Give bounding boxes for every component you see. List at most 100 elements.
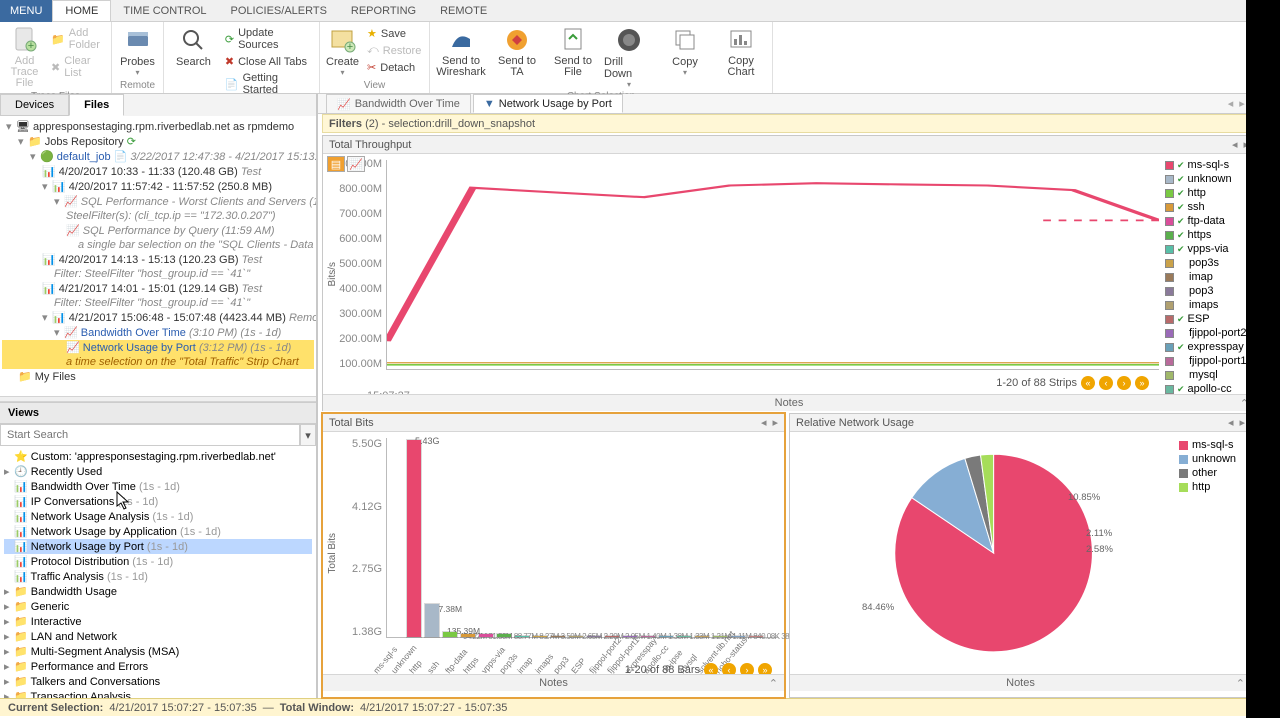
views-list[interactable]: ⭐ Custom: 'appresponsestaging.rpm.riverb…: [0, 446, 316, 698]
menu-button[interactable]: MENU: [0, 0, 52, 22]
views-item[interactable]: 📊 Protocol Distribution (1s - 1d): [4, 554, 312, 569]
views-item[interactable]: ▸📁 Generic: [4, 599, 312, 614]
detach-button[interactable]: ✂Detach: [365, 60, 423, 75]
views-item[interactable]: ▸📁 LAN and Network: [4, 629, 312, 644]
bar[interactable]: [587, 636, 601, 637]
views-item[interactable]: ⭐ Custom: 'appresponsestaging.rpm.riverb…: [4, 449, 312, 464]
tree-my-files[interactable]: My Files: [35, 371, 76, 383]
legend-item[interactable]: fjippol-port1: [1165, 354, 1253, 368]
save-button[interactable]: ★Save: [365, 26, 423, 41]
panel-prev-icon[interactable]: ◂: [1228, 416, 1234, 429]
views-item[interactable]: 📊 Bandwidth Over Time (1s - 1d): [4, 479, 312, 494]
chart-mode-table-icon[interactable]: ▤: [327, 156, 345, 172]
doc-tab-bandwidth[interactable]: 📈 Bandwidth Over Time: [326, 94, 471, 114]
views-item[interactable]: 📊 IP Conversations (1s - 1d): [4, 494, 312, 509]
legend-item[interactable]: imap: [1165, 270, 1253, 284]
bar[interactable]: [695, 636, 709, 637]
tree-network-usage-by-port[interactable]: Network Usage by Port: [83, 342, 196, 354]
tab-remote[interactable]: REMOTE: [428, 1, 499, 21]
tree-node[interactable]: 4/20/2017 10:33 - 11:33 (120.48 GB): [59, 166, 238, 178]
legend-item[interactable]: mysql: [1165, 368, 1253, 382]
panel-prev-icon[interactable]: ◂: [1232, 138, 1238, 151]
close-all-tabs-button[interactable]: ✖Close All Tabs: [223, 54, 313, 69]
notes-label[interactable]: Notes: [1006, 677, 1035, 689]
legend-item[interactable]: ✔https: [1165, 228, 1253, 242]
views-item[interactable]: 📊 Traffic Analysis (1s - 1d): [4, 569, 312, 584]
bar-chart[interactable]: 5.43G 897.38M 135.39M 94.22M 81.80M 88.7…: [386, 438, 778, 638]
legend-item[interactable]: ✔expresspay: [1165, 340, 1253, 354]
bar[interactable]: [551, 636, 565, 637]
tree-node[interactable]: SQL Performance by Query: [83, 225, 219, 237]
panel-next-icon[interactable]: ▸: [772, 416, 778, 429]
notes-label[interactable]: Notes: [775, 397, 804, 409]
tab-files[interactable]: Files: [69, 94, 124, 116]
views-item[interactable]: ▸📁 Talkers and Conversations: [4, 674, 312, 689]
notes-expand-icon[interactable]: ⌃: [1236, 677, 1245, 690]
pager-prev-button[interactable]: ‹: [1099, 376, 1113, 390]
tree-node[interactable]: SQL Performance - Worst Clients and Serv…: [81, 196, 306, 208]
tree-bandwidth-over-time[interactable]: Bandwidth Over Time: [81, 327, 186, 339]
views-item[interactable]: ▸📁 Transaction Analysis: [4, 689, 312, 698]
legend-item[interactable]: pop3s: [1165, 256, 1253, 270]
tree-root[interactable]: appresponsestaging.rpm.riverbedlab.net a…: [33, 121, 294, 133]
pager-last-button[interactable]: »: [1135, 376, 1149, 390]
send-to-file-button[interactable]: Send to File: [548, 26, 598, 78]
legend[interactable]: ✔ms-sql-s✔unknown✔http✔ssh✔ftp-data✔http…: [1163, 154, 1255, 394]
bar[interactable]: [461, 634, 475, 637]
add-folder-button[interactable]: 📁Add Folder: [49, 26, 105, 52]
pager-first-button[interactable]: «: [1081, 376, 1095, 390]
panel-next-icon[interactable]: ▸: [1239, 416, 1245, 429]
update-sources-button[interactable]: ⟳Update Sources: [223, 26, 313, 52]
tree-default-job[interactable]: default_job: [57, 151, 111, 163]
tab-devices[interactable]: Devices: [0, 94, 69, 116]
legend-item[interactable]: ✔ssh: [1165, 200, 1253, 214]
views-item[interactable]: 📊 Network Usage by Application (1s - 1d): [4, 524, 312, 539]
bar[interactable]: [443, 632, 457, 637]
views-item[interactable]: 📊 Network Usage Analysis (1s - 1d): [4, 509, 312, 524]
tree-jobs-repo[interactable]: Jobs Repository: [45, 136, 124, 148]
views-item[interactable]: ▸📁 Bandwidth Usage: [4, 584, 312, 599]
views-search-input[interactable]: [0, 424, 300, 446]
legend-item[interactable]: ✔apollo-cc: [1165, 382, 1253, 394]
bar[interactable]: [533, 636, 547, 637]
bar[interactable]: [479, 634, 493, 637]
chart-mode-chart-icon[interactable]: 📈: [347, 156, 365, 172]
pie-chart[interactable]: 84.46% 10.85% 2.58% 2.11%: [790, 432, 1177, 674]
bar[interactable]: [425, 604, 439, 637]
drill-down-button[interactable]: Drill Down▾: [604, 26, 654, 89]
tab-reporting[interactable]: REPORTING: [339, 1, 428, 21]
send-to-ta-button[interactable]: Send to TA: [492, 26, 542, 78]
line-chart[interactable]: [386, 160, 1159, 370]
add-trace-file-button[interactable]: + Add Trace File: [6, 26, 43, 89]
legend-item[interactable]: ✔vpps-via: [1165, 242, 1253, 256]
bar[interactable]: [497, 634, 511, 637]
doc-tab-network-usage[interactable]: ▼ Network Usage by Port: [473, 94, 623, 113]
bar[interactable]: [515, 636, 529, 637]
copy-button[interactable]: Copy▾: [660, 26, 710, 77]
tree-node[interactable]: 4/20/2017 11:57:42 - 11:57:52 (250.8 MB): [69, 181, 272, 193]
notes-expand-icon[interactable]: ⌃: [769, 677, 778, 690]
legend-item[interactable]: ✔unknown: [1165, 172, 1253, 186]
views-item[interactable]: ▸📁 Multi-Segment Analysis (MSA): [4, 644, 312, 659]
probes-button[interactable]: Probes ▾: [118, 26, 157, 77]
tab-policies-alerts[interactable]: POLICIES/ALERTS: [219, 1, 339, 21]
tree-view[interactable]: ▾🖥 appresponsestaging.rpm.riverbedlab.ne…: [0, 116, 316, 396]
tab-time-control[interactable]: TIME CONTROL: [111, 1, 218, 21]
tab-home[interactable]: HOME: [52, 0, 111, 21]
panel-prev-icon[interactable]: ◂: [761, 416, 767, 429]
tab-nav-right-icon[interactable]: ▸: [1239, 97, 1245, 110]
legend-item[interactable]: ✔ms-sql-s: [1165, 158, 1253, 172]
views-item[interactable]: ▸📁 Performance and Errors: [4, 659, 312, 674]
views-item[interactable]: 📊 Network Usage by Port (1s - 1d): [4, 539, 312, 554]
bar[interactable]: [569, 636, 583, 637]
legend-item[interactable]: ✔http: [1165, 186, 1253, 200]
bar[interactable]: [407, 440, 421, 637]
pager-next-button[interactable]: ›: [1117, 376, 1131, 390]
views-search-dropdown[interactable]: ▾: [300, 424, 316, 446]
tree-node[interactable]: 4/20/2017 14:13 - 15:13 (120.23 GB): [59, 254, 239, 266]
legend-item[interactable]: pop3: [1165, 284, 1253, 298]
create-button[interactable]: + Create ▾: [326, 26, 359, 77]
tab-nav-left-icon[interactable]: ◂: [1228, 97, 1234, 110]
views-item[interactable]: ▸🕘 Recently Used: [4, 464, 312, 479]
views-item[interactable]: ▸📁 Interactive: [4, 614, 312, 629]
